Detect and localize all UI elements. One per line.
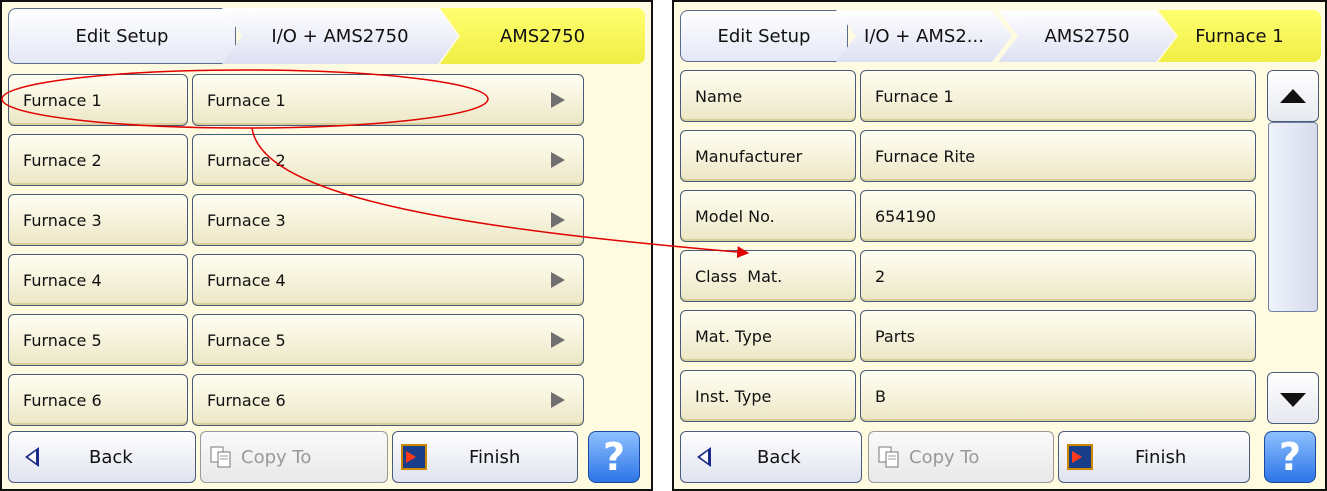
left-panel: Edit Setup I/O + AMS2750 AMS2750 Furnace… (0, 0, 653, 491)
row-arrow-icon (551, 152, 565, 168)
field-label: Model No. (695, 206, 775, 226)
breadcrumb-furnace-1[interactable]: Furnace 1 (1158, 10, 1321, 62)
back-button[interactable]: Back (8, 431, 196, 483)
row-label: Furnace 6 (23, 390, 102, 410)
breadcrumb-ams2750[interactable]: AMS2750 (440, 8, 645, 64)
row-label-button[interactable]: Furnace 4 (8, 254, 188, 306)
breadcrumb-label: I/O + AMS2... (864, 25, 984, 47)
right-panel: Edit Setup I/O + AMS2... AMS2750 Furnace… (672, 0, 1327, 491)
copy-to-label: Copy To (241, 446, 312, 468)
row-value: Furnace 5 (207, 330, 286, 350)
breadcrumb-label: Furnace 1 (1195, 25, 1284, 47)
copy-to-button[interactable]: Copy To (868, 431, 1054, 483)
breadcrumb-label: AMS2750 (1044, 25, 1130, 47)
field-label: Class Mat. (695, 266, 783, 286)
row-arrow-icon (551, 92, 565, 108)
row-label-button[interactable]: Furnace 1 (8, 74, 188, 126)
breadcrumb-io-ams2[interactable]: I/O + AMS2... (836, 10, 1012, 62)
row-value: Furnace 6 (207, 390, 286, 410)
field-label-button[interactable]: Inst. Type (680, 370, 856, 422)
copy-to-label: Copy To (909, 446, 980, 468)
field-value-button[interactable]: B (860, 370, 1256, 422)
breadcrumb: Edit Setup I/O + AMS2... AMS2750 Furnace… (680, 8, 1321, 64)
row-value-button[interactable]: Furnace 4 (192, 254, 584, 306)
row-value: Furnace 2 (207, 150, 286, 170)
finish-label: Finish (469, 446, 521, 468)
back-button[interactable]: Back (680, 431, 862, 483)
back-arrow-icon (697, 447, 711, 467)
breadcrumb-label: Edit Setup (75, 25, 169, 47)
help-icon: ? (1278, 435, 1302, 479)
finish-label: Finish (1135, 446, 1187, 468)
scroll-thumb[interactable] (1268, 122, 1318, 312)
scroll-down-icon[interactable] (1267, 372, 1319, 424)
field-label-button[interactable]: Model No. (680, 190, 856, 242)
field-label-button[interactable]: Manufacturer (680, 130, 856, 182)
field-label: Mat. Type (695, 326, 772, 346)
row-label: Furnace 5 (23, 330, 102, 350)
row-value-button[interactable]: Furnace 3 (192, 194, 584, 246)
field-value-button[interactable]: Furnace 1 (860, 70, 1256, 122)
row-label: Furnace 3 (23, 210, 102, 230)
finish-icon (1067, 444, 1093, 470)
row-arrow-icon (551, 272, 565, 288)
copy-icon (878, 446, 899, 468)
field-label: Name (695, 86, 743, 106)
breadcrumb-label: Edit Setup (717, 25, 811, 47)
field-value: B (875, 386, 886, 406)
row-label-button[interactable]: Furnace 6 (8, 374, 188, 426)
back-label: Back (757, 446, 801, 468)
field-value: 654190 (875, 206, 937, 226)
row-arrow-icon (551, 332, 565, 348)
field-value: Furnace 1 (875, 86, 954, 106)
scrollbar[interactable] (1267, 70, 1319, 424)
copy-icon (210, 446, 231, 468)
finish-button[interactable]: Finish (1058, 431, 1250, 483)
field-value: 2 (875, 266, 886, 286)
row-value: Furnace 4 (207, 270, 286, 290)
field-value: Parts (875, 326, 915, 346)
row-value-button[interactable]: Furnace 1 (192, 74, 584, 126)
field-label: Manufacturer (695, 146, 803, 166)
row-label: Furnace 4 (23, 270, 102, 290)
field-label: Inst. Type (695, 386, 772, 406)
row-label-button[interactable]: Furnace 3 (8, 194, 188, 246)
breadcrumb: Edit Setup I/O + AMS2750 AMS2750 (8, 8, 645, 64)
row-value-button[interactable]: Furnace 5 (192, 314, 584, 366)
row-arrow-icon (551, 212, 565, 228)
field-value-button[interactable]: 654190 (860, 190, 1256, 242)
field-value: Furnace Rite (875, 146, 976, 166)
row-label: Furnace 2 (23, 150, 102, 170)
row-label-button[interactable]: Furnace 5 (8, 314, 188, 366)
finish-icon (401, 444, 427, 470)
row-value-button[interactable]: Furnace 2 (192, 134, 584, 186)
breadcrumb-edit-setup[interactable]: Edit Setup (680, 10, 848, 62)
breadcrumb-label: I/O + AMS2750 (271, 25, 409, 47)
breadcrumb-io-ams2750[interactable]: I/O + AMS2750 (222, 8, 458, 64)
row-label: Furnace 1 (23, 90, 102, 110)
row-value: Furnace 1 (207, 90, 286, 110)
scroll-up-icon[interactable] (1267, 70, 1319, 122)
breadcrumb-ams2750[interactable]: AMS2750 (998, 10, 1176, 62)
breadcrumb-edit-setup[interactable]: Edit Setup (8, 8, 236, 64)
field-label-button[interactable]: Mat. Type (680, 310, 856, 362)
field-label-button[interactable]: Name (680, 70, 856, 122)
row-label-button[interactable]: Furnace 2 (8, 134, 188, 186)
row-value-button[interactable]: Furnace 6 (192, 374, 584, 426)
breadcrumb-label: AMS2750 (499, 25, 586, 47)
help-icon: ? (602, 435, 626, 479)
field-label-button[interactable]: Class Mat. (680, 250, 856, 302)
field-value-button[interactable]: Furnace Rite (860, 130, 1256, 182)
row-value: Furnace 3 (207, 210, 286, 230)
field-value-button[interactable]: Parts (860, 310, 1256, 362)
row-arrow-icon (551, 392, 565, 408)
back-label: Back (89, 446, 133, 468)
help-button[interactable]: ? (1264, 431, 1316, 483)
back-arrow-icon (25, 447, 39, 467)
finish-button[interactable]: Finish (392, 431, 578, 483)
scroll-track[interactable] (1267, 122, 1319, 372)
field-value-button[interactable]: 2 (860, 250, 1256, 302)
help-button[interactable]: ? (588, 431, 640, 483)
copy-to-button[interactable]: Copy To (200, 431, 388, 483)
